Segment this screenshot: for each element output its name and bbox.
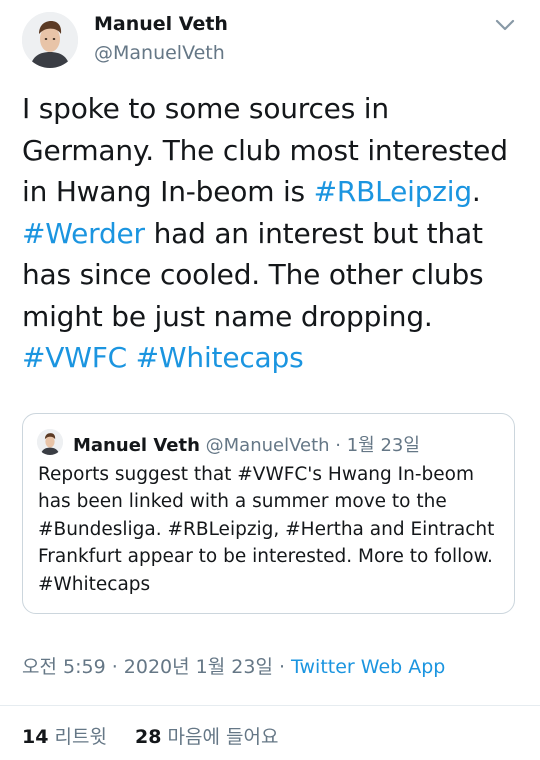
quoted-header: Manuel Veth @ManuelVeth · 1월 23일 bbox=[73, 431, 420, 457]
tweet-text-segment: might be just name dropping. bbox=[22, 299, 433, 333]
tweet-text-segment: in Hwang In-beom is bbox=[22, 175, 314, 208]
tweet-timestamp: 오전 5:59 · 2020년 1월 23일 · Twitter Web App bbox=[22, 652, 445, 679]
quoted-text-line: Frankfurt appear to be interested. More … bbox=[38, 546, 493, 568]
source-link[interactable]: Twitter Web App bbox=[291, 656, 445, 678]
retweets-stat[interactable]: 14 리트윗 bbox=[22, 726, 113, 748]
tweet-text-segment: . bbox=[471, 175, 481, 208]
likes-label: 마음에 들어요 bbox=[167, 726, 279, 748]
quoted-author-avatar bbox=[37, 429, 63, 455]
tweet-text-line: I spoke to some sources in bbox=[22, 88, 522, 130]
author-handle[interactable]: @ManuelVeth bbox=[94, 42, 225, 64]
timestamp-text: 오전 5:59 · 2020년 1월 23일 · bbox=[22, 656, 292, 678]
engagement-stats: 14 리트윗 28 마음에 들어요 bbox=[22, 722, 278, 749]
quoted-text-line: Reports suggest that #VWFC's Hwang In-be… bbox=[38, 464, 474, 485]
quoted-text-line: #Whitecaps bbox=[38, 573, 151, 595]
hashtag-link[interactable]: #VWFC bbox=[22, 341, 127, 374]
retweets-label: 리트윗 bbox=[54, 726, 107, 748]
quoted-tweet[interactable]: Manuel Veth @ManuelVeth · 1월 23일 Reports… bbox=[22, 413, 515, 614]
tweet-text-line: might be just name dropping. bbox=[22, 296, 522, 338]
tweet-text-line: in Hwang In-beom is #RBLeipzig. bbox=[22, 171, 522, 213]
author-name[interactable]: Manuel Veth bbox=[94, 13, 228, 35]
author-avatar[interactable] bbox=[22, 12, 78, 68]
hashtag-link[interactable]: #RBLeipzig bbox=[314, 175, 472, 208]
tweet-text-segment: Germany. The club most interested bbox=[22, 133, 508, 167]
tweet-text-line: #Werder had an interest but that bbox=[22, 213, 522, 255]
retweets-count: 14 bbox=[22, 726, 49, 748]
tweet-text-line: Germany. The club most interested bbox=[22, 130, 522, 172]
tweet-text-line: has since cooled. The other clubs bbox=[22, 254, 522, 296]
divider bbox=[0, 705, 540, 706]
tweet-text-segment: I spoke to some sources in bbox=[22, 92, 389, 125]
hashtag-link[interactable]: #Werder bbox=[22, 217, 145, 250]
tweet-text: I spoke to some sources in Germany. The c… bbox=[22, 88, 522, 379]
hashtag-link[interactable]: #Whitecaps bbox=[136, 341, 304, 374]
likes-stat[interactable]: 28 마음에 들어요 bbox=[135, 726, 278, 748]
quoted-text-line: has been linked with a summer move to th… bbox=[38, 491, 447, 513]
tweet-text-line: #VWFC #Whitecaps bbox=[22, 337, 522, 379]
tweet-text-segment: has since cooled. The other clubs bbox=[22, 258, 484, 291]
tweet-text-segment bbox=[127, 341, 136, 374]
quoted-text-line: #Bundesliga. #RBLeipzig, #Hertha and Ein… bbox=[38, 518, 495, 540]
chevron-down-icon[interactable] bbox=[490, 10, 520, 40]
quoted-meta: @ManuelVeth · 1월 23일 bbox=[205, 435, 420, 456]
tweet-text-segment: had an interest but that bbox=[144, 216, 483, 250]
quoted-text: Reports suggest that #VWFC's Hwang In-be… bbox=[38, 461, 508, 598]
quoted-author-name: Manuel Veth bbox=[73, 435, 200, 456]
likes-count: 28 bbox=[135, 726, 162, 748]
